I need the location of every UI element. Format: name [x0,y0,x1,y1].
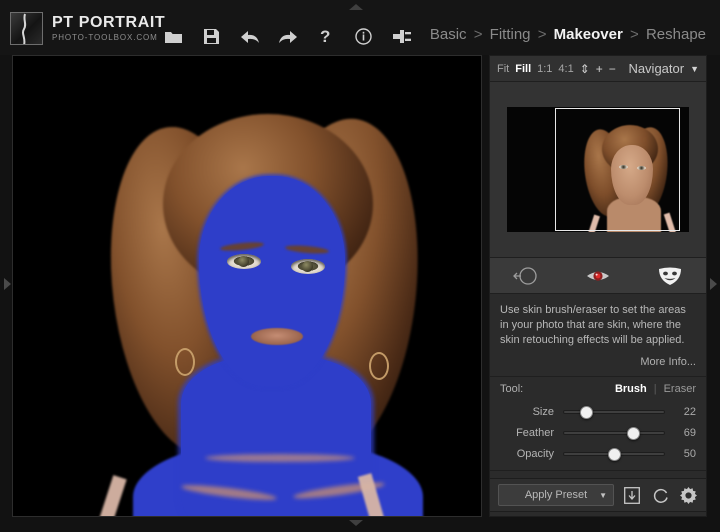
zoom-stepper-icon[interactable]: ⇕ [580,62,590,76]
zoom-in-button[interactable]: + [596,62,603,76]
zoom-fit-button[interactable]: Fit [497,63,509,75]
size-slider-track[interactable] [563,410,665,414]
zoom-fill-button[interactable]: Fill [515,63,531,75]
navigator-toolbar: Fit Fill 1:1 4:1 ⇕ + − Navigator ▼ [490,56,706,82]
red-eye-tool-icon[interactable] [576,262,620,290]
header-toolbar: ? [164,27,411,46]
thumb-eye-left [619,165,628,169]
collapse-handle-top[interactable] [344,2,368,12]
tool-tab-row [490,258,706,294]
breadcrumb: Basic > Fitting > Makeover > Reshape [430,26,706,43]
size-slider-value: 22 [674,406,696,418]
help-description: Use skin brush/eraser to set the areas i… [490,294,706,352]
breadcrumb-separator: > [538,26,547,43]
eraser-option[interactable]: Eraser [664,383,696,395]
triangle-down-icon [349,520,363,526]
collapse-handle-right[interactable] [708,275,718,293]
breadcrumb-item-reshape[interactable]: Reshape [646,26,706,43]
navigator-dropdown[interactable]: Navigator ▼ [628,61,699,76]
earring-left [175,348,195,376]
feather-slider-track[interactable] [563,431,665,435]
skin-brush-tool-icon[interactable] [504,262,548,290]
opacity-slider-track[interactable] [563,452,665,456]
right-side-panel: Fit Fill 1:1 4:1 ⇕ + − Navigator ▼ [489,55,707,517]
tool-mode-selector: Tool: Brush | Eraser [490,377,706,401]
collapse-handle-left[interactable] [2,275,12,293]
save-preset-icon[interactable] [622,485,642,505]
feather-slider-row: Feather 69 [490,422,706,443]
info-circle-icon[interactable] [354,27,373,46]
opacity-slider-knob[interactable] [608,448,621,461]
svg-text:?: ? [320,28,330,45]
zoom-4to1-button[interactable]: 4:1 [558,63,573,75]
pupil-left [238,256,249,267]
navigator-thumbnail-area[interactable] [490,82,706,258]
opacity-slider-row: Opacity 50 [490,443,706,464]
plug-power-icon[interactable] [392,27,411,46]
undo-arrow-icon[interactable] [240,27,259,46]
brush-option[interactable]: Brush [615,383,647,395]
size-slider-label: Size [500,406,554,418]
chevron-down-icon: ▼ [599,491,607,500]
thumb-strap-left [588,215,600,232]
collapse-handle-bottom[interactable] [344,518,368,528]
thumb-face [611,145,653,205]
help-question-icon[interactable]: ? [316,27,335,46]
image-canvas[interactable] [12,55,482,517]
zoom-out-button[interactable]: − [609,62,616,76]
lips [251,328,303,345]
reset-circle-icon[interactable] [650,485,670,505]
zoom-level-group: Fit Fill 1:1 4:1 ⇕ + − [497,62,616,76]
zoom-1to1-button[interactable]: 1:1 [537,63,552,75]
earring-right [369,352,389,380]
apply-preset-label: Apply Preset [525,489,587,501]
app-logo: PT PORTRAIT PHOTO-TOOLBOX.COM [10,12,165,45]
brand-name: PT PORTRAIT [52,14,165,31]
opacity-slider-label: Opacity [500,448,554,460]
apply-preset-dropdown[interactable]: Apply Preset ▼ [498,484,614,506]
settings-gear-icon[interactable] [678,485,698,505]
size-slider-row: Size 22 [490,401,706,422]
breadcrumb-item-basic[interactable]: Basic [430,26,467,43]
feather-slider-knob[interactable] [627,427,640,440]
more-info-link[interactable]: More Info... [490,352,706,376]
tool-label: Tool: [500,383,523,395]
breadcrumb-separator: > [474,26,483,43]
open-folder-icon[interactable] [164,27,183,46]
thumb-eye-right [637,166,646,170]
brand-subtitle: PHOTO-TOOLBOX.COM [52,32,165,44]
size-slider-knob[interactable] [580,406,593,419]
chevron-down-icon: ▼ [690,64,699,74]
pupil-right [302,261,313,272]
feather-slider-value: 69 [674,427,696,439]
neckline-highlight [205,454,355,462]
preset-bar: Apply Preset ▼ [489,478,707,512]
portrait-photo-with-skin-mask[interactable] [13,56,481,516]
application-window: PT PORTRAIT PHOTO-TOOLBOX.COM [0,0,720,532]
redo-arrow-icon[interactable] [278,27,297,46]
top-strap-left [97,475,126,516]
opacity-slider-value: 50 [674,448,696,460]
breadcrumb-item-fitting[interactable]: Fitting [490,26,531,43]
navigator-thumbnail[interactable] [507,107,689,232]
skin-mask-face [199,176,345,386]
breadcrumb-item-makeover[interactable]: Makeover [554,26,623,43]
navigator-title: Navigator [628,61,684,76]
option-separator: | [654,383,657,395]
thumb-strap-right [664,213,677,232]
makeover-mask-tool-icon[interactable] [648,262,692,290]
triangle-right-icon [710,278,717,290]
portrait-silhouette-logo-icon [10,12,43,45]
triangle-up-icon [349,4,363,10]
breadcrumb-separator: > [630,26,639,43]
logo-text-block: PT PORTRAIT PHOTO-TOOLBOX.COM [52,14,165,44]
triangle-right-icon [4,278,11,290]
feather-slider-label: Feather [500,427,554,439]
save-disk-icon[interactable] [202,27,221,46]
